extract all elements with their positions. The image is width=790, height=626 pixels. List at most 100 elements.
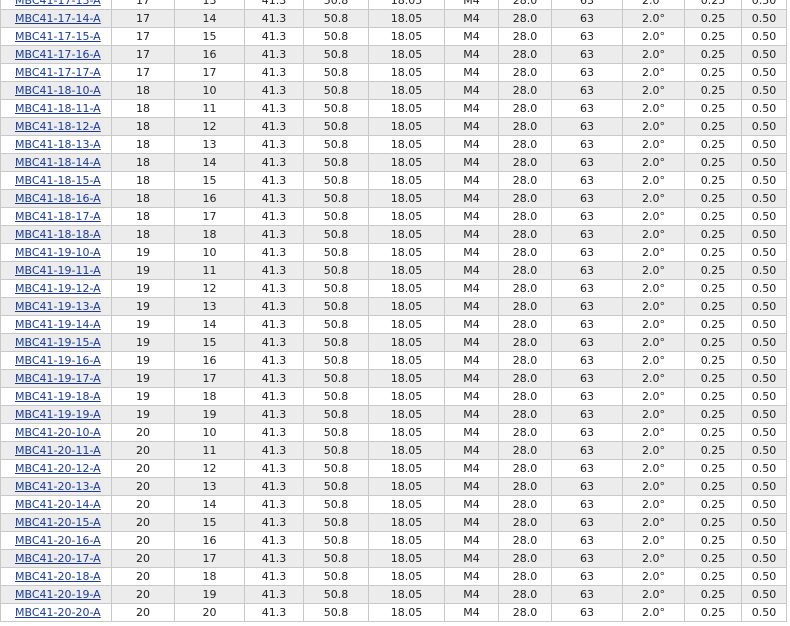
table-cell: M4 [444, 81, 499, 100]
part-number-cell[interactable]: MBC41-18-16-A [0, 189, 112, 208]
part-number-cell[interactable]: MBC41-20-10-A [0, 423, 112, 442]
part-number-link[interactable]: MBC41-17-16-A [15, 48, 101, 61]
table-cell: 41.3 [244, 63, 304, 82]
table-cell: 15 [174, 27, 245, 46]
part-number-link[interactable]: MBC41-20-13-A [15, 480, 101, 493]
part-number-link[interactable]: MBC41-19-15-A [15, 336, 101, 349]
table-cell: 63 [551, 243, 623, 262]
table-cell: 12 [174, 117, 245, 136]
part-number-link[interactable]: MBC41-18-18-A [15, 228, 101, 241]
part-number-cell[interactable]: MBC41-18-13-A [0, 135, 112, 154]
part-number-link[interactable]: MBC41-20-10-A [15, 426, 101, 439]
table-cell: 18.05 [368, 603, 445, 622]
part-number-link[interactable]: MBC41-18-15-A [15, 174, 101, 187]
part-number-cell[interactable]: MBC41-18-18-A [0, 225, 112, 244]
table-cell: 11 [174, 261, 245, 280]
table-cell: 28.0 [498, 27, 552, 46]
part-number-cell[interactable]: MBC41-17-17-A [0, 63, 112, 82]
part-number-cell[interactable]: MBC41-19-13-A [0, 297, 112, 316]
part-number-cell[interactable]: MBC41-19-15-A [0, 333, 112, 352]
table-row: MBC41-19-19-A 19 19 41.3 50.8 18.05 M4 28.0 63 2.… [0, 405, 787, 424]
part-number-link[interactable]: MBC41-18-10-A [15, 84, 101, 97]
part-number-link[interactable]: MBC41-19-10-A [15, 246, 101, 259]
part-number-cell[interactable]: MBC41-19-11-A [0, 261, 112, 280]
part-number-link[interactable]: MBC41-18-13-A [15, 138, 101, 151]
part-number-link[interactable]: MBC41-19-12-A [15, 282, 101, 295]
part-number-cell[interactable]: MBC41-20-14-A [0, 495, 112, 514]
part-number-cell[interactable]: MBC41-20-13-A [0, 477, 112, 496]
part-number-cell[interactable]: MBC41-19-17-A [0, 369, 112, 388]
part-number-cell[interactable]: MBC41-17-14-A [0, 9, 112, 28]
table-cell: 2.0° [622, 531, 685, 550]
part-number-link[interactable]: MBC41-18-17-A [15, 210, 101, 223]
table-cell: 50.8 [303, 117, 369, 136]
part-number-link[interactable]: MBC41-20-16-A [15, 534, 101, 547]
part-number-link[interactable]: MBC41-20-14-A [15, 498, 101, 511]
part-number-link[interactable]: MBC41-19-18-A [15, 390, 101, 403]
part-number-cell[interactable]: MBC41-19-16-A [0, 351, 112, 370]
part-number-link[interactable]: MBC41-20-17-A [15, 552, 101, 565]
table-cell: 20 [111, 531, 175, 550]
table-cell: 50.8 [303, 297, 369, 316]
table-cell: 20 [111, 459, 175, 478]
part-number-link[interactable]: MBC41-20-15-A [15, 516, 101, 529]
part-number-link[interactable]: MBC41-19-13-A [15, 300, 101, 313]
part-number-cell[interactable]: MBC41-20-20-A [0, 603, 112, 622]
part-number-cell[interactable]: MBC41-18-14-A [0, 153, 112, 172]
part-number-link[interactable]: MBC41-19-14-A [15, 318, 101, 331]
part-number-cell[interactable]: MBC41-18-15-A [0, 171, 112, 190]
table-cell: 0.25 [684, 261, 742, 280]
part-number-link[interactable]: MBC41-19-17-A [15, 372, 101, 385]
part-number-link[interactable]: MBC41-18-11-A [15, 102, 101, 115]
part-number-link[interactable]: MBC41-19-16-A [15, 354, 101, 367]
table-cell: 18.05 [368, 45, 445, 64]
part-number-cell[interactable]: MBC41-19-18-A [0, 387, 112, 406]
part-number-link[interactable]: MBC41-20-11-A [15, 444, 101, 457]
table-cell: 20 [111, 549, 175, 568]
part-number-cell[interactable]: MBC41-20-11-A [0, 441, 112, 460]
part-number-cell[interactable]: MBC41-20-15-A [0, 513, 112, 532]
part-number-link[interactable]: MBC41-17-13-A [15, 0, 101, 7]
part-number-link[interactable]: MBC41-17-17-A [15, 66, 101, 79]
part-number-cell[interactable]: MBC41-19-14-A [0, 315, 112, 334]
part-number-link[interactable]: MBC41-20-20-A [15, 606, 101, 619]
part-number-link[interactable]: MBC41-18-14-A [15, 156, 101, 169]
part-number-cell[interactable]: MBC41-20-17-A [0, 549, 112, 568]
table-cell: 28.0 [498, 351, 552, 370]
part-number-cell[interactable]: MBC41-20-19-A [0, 585, 112, 604]
part-number-cell[interactable]: MBC41-18-17-A [0, 207, 112, 226]
part-number-cell[interactable]: MBC41-18-11-A [0, 99, 112, 118]
part-number-cell[interactable]: MBC41-17-15-A [0, 27, 112, 46]
part-number-link[interactable]: MBC41-20-18-A [15, 570, 101, 583]
table-cell: 50.8 [303, 27, 369, 46]
table-cell: 0.25 [684, 63, 742, 82]
part-number-cell[interactable]: MBC41-19-12-A [0, 279, 112, 298]
part-number-link[interactable]: MBC41-20-19-A [15, 588, 101, 601]
table-container: MBC41-17-13-A 17 13 41.3 50.8 18.05 M4 28.0 63 2.… [0, 0, 787, 622]
table-cell: 18.05 [368, 585, 445, 604]
table-cell: 17 [174, 207, 245, 226]
part-number-cell[interactable]: MBC41-20-16-A [0, 531, 112, 550]
table-cell: M4 [444, 243, 499, 262]
part-number-link[interactable]: MBC41-18-12-A [15, 120, 101, 133]
part-number-link[interactable]: MBC41-17-14-A [15, 12, 101, 25]
part-number-link[interactable]: MBC41-20-12-A [15, 462, 101, 475]
table-row: MBC41-18-11-A 18 11 41.3 50.8 18.05 M4 28.0 63 2.… [0, 99, 787, 118]
part-number-cell[interactable]: MBC41-19-19-A [0, 405, 112, 424]
part-number-cell[interactable]: MBC41-20-18-A [0, 567, 112, 586]
table-cell: 14 [174, 495, 245, 514]
part-number-cell[interactable]: MBC41-18-10-A [0, 81, 112, 100]
table-row: MBC41-19-15-A 19 15 41.3 50.8 18.05 M4 28.0 63 2.… [0, 333, 787, 352]
part-number-link[interactable]: MBC41-19-11-A [15, 264, 101, 277]
part-number-cell[interactable]: MBC41-19-10-A [0, 243, 112, 262]
part-number-cell[interactable]: MBC41-17-13-A [0, 0, 112, 10]
part-number-link[interactable]: MBC41-18-16-A [15, 192, 101, 205]
part-number-link[interactable]: MBC41-19-19-A [15, 408, 101, 421]
table-cell: 0.50 [741, 567, 787, 586]
part-number-cell[interactable]: MBC41-18-12-A [0, 117, 112, 136]
part-number-link[interactable]: MBC41-17-15-A [15, 30, 101, 43]
table-cell: 18.05 [368, 477, 445, 496]
part-number-cell[interactable]: MBC41-20-12-A [0, 459, 112, 478]
part-number-cell[interactable]: MBC41-17-16-A [0, 45, 112, 64]
table-cell: 63 [551, 495, 623, 514]
